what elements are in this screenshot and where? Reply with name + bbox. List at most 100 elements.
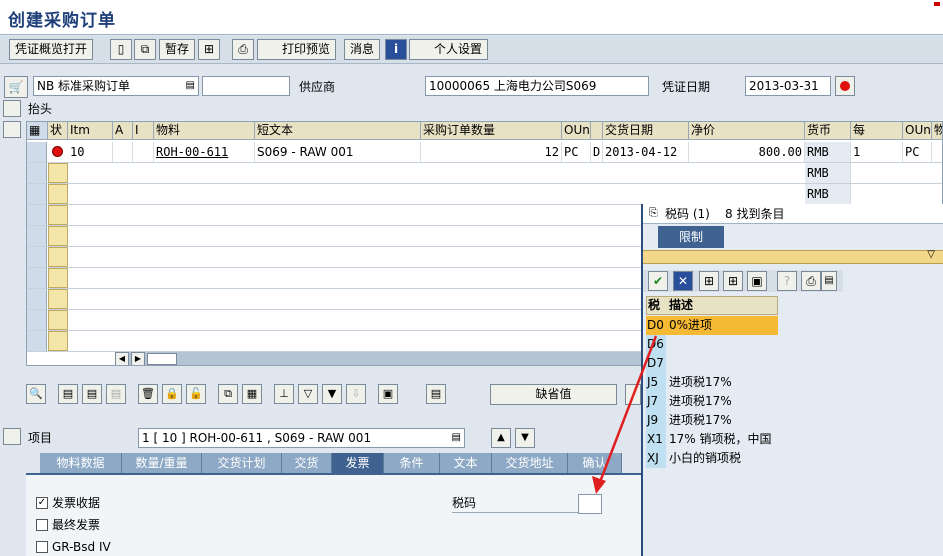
- cell-short-text[interactable]: S069 - RAW 001: [255, 142, 421, 162]
- cell-currency[interactable]: RMB: [805, 142, 851, 162]
- col-header-short-text[interactable]: 短文本: [255, 122, 421, 140]
- cell-net-price[interactable]: 800.00: [689, 142, 805, 162]
- default-values-button[interactable]: 缺省值: [490, 384, 617, 405]
- invoice-receipt-checkbox[interactable]: ✓: [36, 497, 48, 509]
- list-item[interactable]: J9 进项税17%: [646, 411, 778, 430]
- expand-header-icon[interactable]: [3, 100, 21, 117]
- gr-based-iv-checkbox[interactable]: [36, 541, 48, 553]
- cell-currency[interactable]: RMB: [805, 163, 851, 183]
- other-document-icon[interactable]: ⧉: [134, 39, 156, 60]
- find-next-icon[interactable]: ⊞: [723, 271, 743, 291]
- tab-invoice[interactable]: 发票: [332, 453, 384, 473]
- cell-quantity[interactable]: 12: [421, 142, 562, 162]
- previous-item-icon[interactable]: ▲: [491, 428, 511, 448]
- find-icon[interactable]: ⊞: [699, 271, 719, 291]
- row-selector[interactable]: [27, 331, 47, 351]
- layout-icon[interactable]: ▦: [242, 384, 262, 404]
- cell-oun2[interactable]: PC: [903, 142, 932, 162]
- unlock-icon[interactable]: 🔓: [186, 384, 206, 404]
- col-header-status[interactable]: 状: [48, 122, 68, 140]
- tab-quantity-weight[interactable]: 数量/重量: [122, 453, 202, 473]
- col-header-description[interactable]: 描述: [669, 297, 693, 314]
- details-icon[interactable]: 🔍: [26, 384, 46, 404]
- item-select[interactable]: 1 [ 10 ] ROH-00-611 , S069 - RAW 001 ▤: [138, 428, 465, 448]
- filter-icon[interactable]: ▽: [298, 384, 318, 404]
- list-icon[interactable]: ▤: [426, 384, 446, 404]
- list-item[interactable]: D0 0%进项: [646, 316, 778, 335]
- final-invoice-checkbox[interactable]: [36, 519, 48, 531]
- print-list-icon[interactable]: ⎙: [801, 271, 821, 291]
- calendar-icon[interactable]: ▣: [378, 384, 398, 404]
- col-header-delivery-date[interactable]: 交货日期: [603, 122, 689, 140]
- voucher-overview-button[interactable]: 凭证概览打开: [9, 39, 94, 60]
- grid-settings-icon[interactable]: ▦: [27, 122, 48, 140]
- print-preview-button[interactable]: 打印预览: [257, 39, 337, 60]
- collapse-icon[interactable]: ▽: [927, 249, 935, 260]
- scroll-left-icon[interactable]: ◀: [115, 352, 129, 365]
- list-settings-icon[interactable]: ▤: [821, 271, 837, 291]
- next-item-icon[interactable]: ▼: [515, 428, 535, 448]
- row-selector[interactable]: [27, 310, 47, 330]
- col-header-quantity[interactable]: 采购订单数量: [421, 122, 562, 140]
- col-header-oun[interactable]: OUn: [562, 122, 591, 140]
- scroll-thumb[interactable]: [147, 353, 177, 365]
- col-header-d[interactable]: [591, 122, 603, 140]
- confirm-icon[interactable]: ✔: [648, 271, 668, 291]
- table-row[interactable]: 10 ROH-00-611 S069 - RAW 001 12 PC D 201…: [27, 142, 942, 163]
- col-header-oun2[interactable]: OUn: [903, 122, 932, 140]
- messages-button[interactable]: 消息: [344, 39, 381, 60]
- col-header-currency[interactable]: 货币: [805, 122, 851, 140]
- row-selector[interactable]: [27, 268, 47, 288]
- collapse-items-icon[interactable]: [3, 121, 21, 138]
- list-item[interactable]: XJ 小白的销项税: [646, 449, 778, 468]
- doc-type-select[interactable]: NB 标准采购订单 ▤: [33, 76, 199, 96]
- cell-delivery-date[interactable]: 2013-04-12: [603, 142, 689, 162]
- tab-restriction[interactable]: 限制: [658, 226, 724, 248]
- insert-row-icon[interactable]: ▤: [82, 384, 102, 404]
- cell-a[interactable]: [113, 142, 133, 162]
- col-header-per[interactable]: 每: [851, 122, 903, 140]
- row-selector[interactable]: [27, 247, 47, 267]
- list-item[interactable]: J7 进项税17%: [646, 392, 778, 411]
- doc-date-field[interactable]: 2013-03-31: [745, 76, 831, 96]
- cell-per[interactable]: 1: [851, 142, 903, 162]
- col-header-i[interactable]: I: [133, 122, 154, 140]
- row-selector[interactable]: [27, 205, 47, 225]
- row-selector[interactable]: [27, 184, 47, 204]
- print-icon[interactable]: ⎙: [232, 39, 254, 60]
- item-detail-icon[interactable]: [3, 428, 21, 445]
- list-item[interactable]: X1 17% 销项税，中国: [646, 430, 778, 449]
- row-selector[interactable]: [27, 289, 47, 309]
- cell-d[interactable]: D: [591, 142, 603, 162]
- tab-conditions[interactable]: 条件: [384, 453, 440, 473]
- row-selector[interactable]: [27, 163, 47, 183]
- table-row[interactable]: RMB: [27, 163, 942, 184]
- col-header-more[interactable]: 物: [932, 122, 942, 140]
- table-row[interactable]: RMB: [27, 184, 942, 205]
- list-item[interactable]: J5 进项税17%: [646, 373, 778, 392]
- col-header-item[interactable]: Itm: [68, 122, 113, 140]
- info-icon[interactable]: i: [385, 39, 407, 60]
- sort-list-icon[interactable]: ▣: [747, 271, 767, 291]
- cell-material[interactable]: ROH-00-611: [154, 142, 255, 162]
- tab-delivery[interactable]: 交货: [282, 453, 332, 473]
- org-structure-icon[interactable]: ⊞: [198, 39, 220, 60]
- filter-set-icon[interactable]: ▼: [322, 384, 342, 404]
- vendor-field[interactable]: 10000065 上海电力公司S069: [425, 76, 649, 96]
- col-header-material[interactable]: 物料: [154, 122, 255, 140]
- doc-number-field[interactable]: [202, 76, 290, 96]
- lock-icon[interactable]: 🔒: [162, 384, 182, 404]
- extra-button[interactable]: [625, 384, 641, 405]
- cell-i[interactable]: [133, 142, 154, 162]
- tax-code-field[interactable]: [578, 494, 602, 514]
- list-item[interactable]: D6: [646, 335, 778, 354]
- cancel-icon[interactable]: ✕: [673, 271, 693, 291]
- cell-oun[interactable]: PC: [562, 142, 591, 162]
- col-header-a[interactable]: A: [113, 122, 133, 140]
- tab-texts[interactable]: 文本: [440, 453, 492, 473]
- col-header-tax[interactable]: 税: [648, 297, 660, 314]
- tab-material-data[interactable]: 物料数据: [40, 453, 122, 473]
- row-selector[interactable]: [27, 226, 47, 246]
- restriction-bar[interactable]: ▽: [643, 249, 943, 264]
- cell-item[interactable]: 10: [68, 142, 113, 162]
